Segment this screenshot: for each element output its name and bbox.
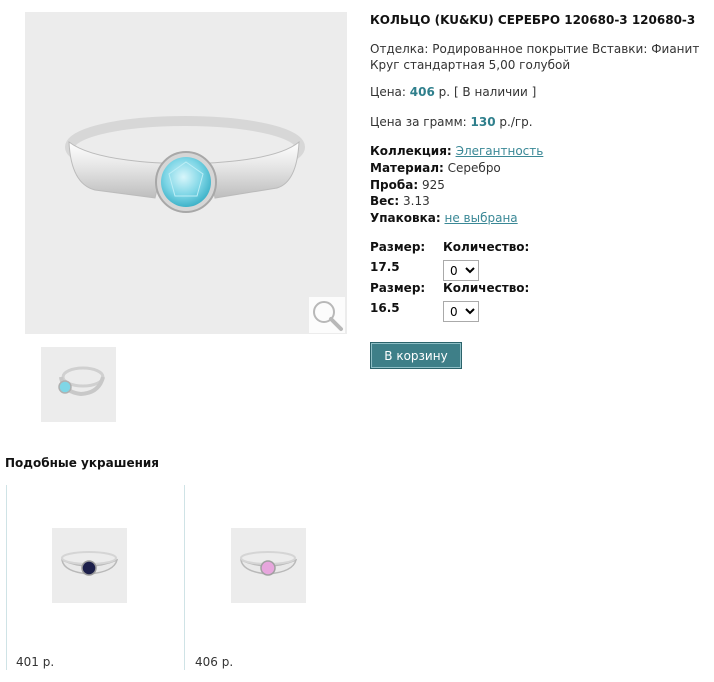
material-label: Материал: (370, 161, 444, 175)
packaging-link[interactable]: не выбрана (445, 211, 518, 225)
similar-item-price: 406 р. (195, 655, 234, 669)
product-main-image[interactable] (25, 12, 347, 334)
price-per-gram-unit: р./гр. (499, 115, 533, 129)
weight-label: Вес: (370, 194, 400, 208)
size-label: Размер: (370, 281, 426, 295)
availability-status: [ В наличии ] (453, 85, 537, 99)
quantity-label: Количество: (443, 240, 530, 254)
collection-label: Коллекция: (370, 144, 452, 158)
price-value: 406 (409, 85, 435, 99)
price-unit: р. (438, 85, 451, 99)
size-value: 16.5 (370, 301, 400, 315)
price-label: Цена: (370, 85, 406, 99)
product-description: Отделка: Родированное покрытие Вставки: … (370, 42, 700, 72)
price-row: Цена: 406 р. [ В наличии ] (370, 85, 536, 99)
zoom-icon[interactable] (309, 297, 345, 333)
ring-icon (61, 551, 119, 576)
similar-item-price: 401 р. (16, 655, 55, 669)
quantity-select[interactable]: 0 (443, 260, 479, 281)
add-to-cart-button[interactable]: В корзину (370, 342, 462, 369)
price-per-gram-value: 130 (470, 115, 496, 129)
size-label: Размер: (370, 240, 426, 254)
divider (6, 485, 7, 670)
weight-value: 3.13 (403, 194, 430, 208)
probe-row: Проба: 925 (370, 178, 445, 192)
similar-item-image[interactable] (52, 528, 127, 603)
material-row: Материал: Серебро (370, 161, 501, 175)
size-value: 17.5 (370, 260, 400, 274)
packaging-row: Упаковка: не выбрана (370, 211, 518, 225)
divider (184, 485, 185, 670)
packaging-label: Упаковка: (370, 211, 441, 225)
probe-label: Проба: (370, 178, 419, 192)
quantity-select[interactable]: 0 (443, 301, 479, 322)
collection-link[interactable]: Элегантность (456, 144, 544, 158)
price-per-gram-row: Цена за грамм: 130 р./гр. (370, 115, 533, 129)
collection-row: Коллекция: Элегантность (370, 144, 543, 158)
similar-section-title: Подобные украшения (5, 456, 160, 470)
probe-value: 925 (421, 178, 445, 192)
product-title: КОЛЬЦО (KU&KU) СЕРЕБРО 120680-3 120680-3 (370, 13, 696, 27)
material-value: Серебро (447, 161, 501, 175)
weight-row: Вес: 3.13 (370, 194, 430, 208)
product-thumbnail[interactable] (41, 347, 116, 422)
ring-illustration (65, 116, 305, 213)
ring-icon (240, 551, 298, 576)
quantity-label: Количество: (443, 281, 530, 295)
ring-thumbnail-icon (58, 366, 105, 397)
price-per-gram-label: Цена за грамм: (370, 115, 467, 129)
similar-item-image[interactable] (231, 528, 306, 603)
